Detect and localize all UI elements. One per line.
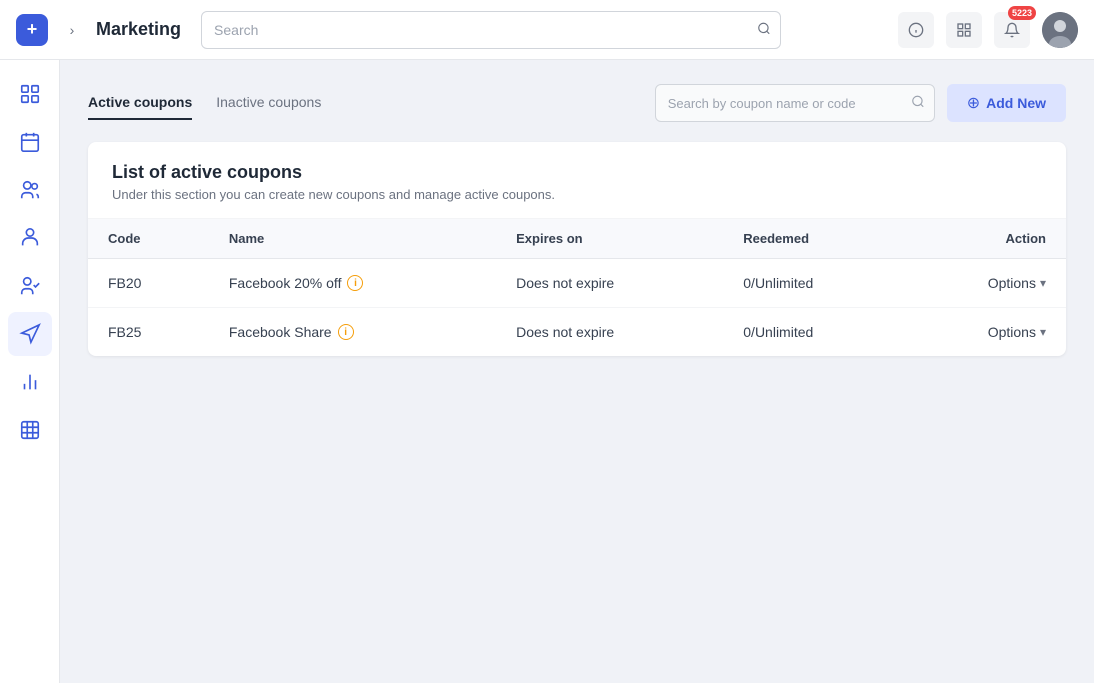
- list-card-title: List of active coupons: [112, 162, 1042, 183]
- sidebar-item-groups[interactable]: [8, 168, 52, 212]
- list-card-subtitle: Under this section you can create new co…: [112, 187, 1042, 202]
- header: + › Marketing 5223: [0, 0, 1094, 60]
- search-icon: [757, 21, 771, 38]
- coupons-table: Code Name Expires on Reedemed Action FB2…: [88, 219, 1066, 356]
- table-body: FB20 Facebook 20% off i Does not expire …: [88, 259, 1066, 357]
- sidebar: [0, 60, 60, 683]
- coupon-search: [655, 84, 935, 122]
- row1-code: FB20: [88, 259, 209, 308]
- col-header-code: Code: [88, 219, 209, 259]
- search-input[interactable]: [201, 11, 781, 49]
- row2-info-icon[interactable]: i: [338, 324, 354, 340]
- sidebar-item-marketing[interactable]: [8, 312, 52, 356]
- row2-action: Options ▾: [904, 308, 1066, 357]
- coupon-search-icon: [911, 95, 925, 112]
- add-new-button[interactable]: ⊕ Add New: [947, 84, 1066, 122]
- notification-button[interactable]: 5223: [994, 12, 1030, 48]
- main-layout: Active coupons Inactive coupons ⊕ Add Ne…: [0, 60, 1094, 683]
- sidebar-item-analytics[interactable]: [8, 360, 52, 404]
- coupons-list-card: List of active coupons Under this sectio…: [88, 142, 1066, 356]
- sidebar-item-dashboard[interactable]: [8, 72, 52, 116]
- list-card-header: List of active coupons Under this sectio…: [88, 142, 1066, 219]
- add-new-icon: ⊕: [967, 93, 980, 113]
- user-avatar[interactable]: [1042, 12, 1078, 48]
- coupon-search-input[interactable]: [655, 84, 935, 122]
- sidebar-item-person-check[interactable]: [8, 264, 52, 308]
- row1-expires: Does not expire: [496, 259, 723, 308]
- info-button[interactable]: [898, 12, 934, 48]
- row2-options-button[interactable]: Options ▾: [988, 324, 1046, 340]
- table-row: FB20 Facebook 20% off i Does not expire …: [88, 259, 1066, 308]
- app-logo[interactable]: +: [16, 14, 48, 46]
- sidebar-toggle[interactable]: ›: [60, 18, 84, 42]
- content-area: Active coupons Inactive coupons ⊕ Add Ne…: [60, 60, 1094, 683]
- tab-search-area: ⊕ Add New: [655, 84, 1066, 122]
- row2-redeemed: 0/Unlimited: [723, 308, 904, 357]
- col-header-expires: Expires on: [496, 219, 723, 259]
- col-header-name: Name: [209, 219, 496, 259]
- sidebar-item-grid[interactable]: [8, 408, 52, 452]
- table-header: Code Name Expires on Reedemed Action: [88, 219, 1066, 259]
- grid-button[interactable]: [946, 12, 982, 48]
- page-title: Marketing: [96, 19, 181, 40]
- tab-active-coupons[interactable]: Active coupons: [88, 86, 192, 120]
- notification-badge: 5223: [1008, 6, 1036, 20]
- row2-name: Facebook Share i: [209, 308, 496, 357]
- row1-options-button[interactable]: Options ▾: [988, 275, 1046, 291]
- sidebar-item-team[interactable]: [8, 216, 52, 260]
- tab-inactive-coupons[interactable]: Inactive coupons: [216, 86, 321, 120]
- tabs-row: Active coupons Inactive coupons ⊕ Add Ne…: [88, 84, 1066, 122]
- col-header-redeemed: Reedemed: [723, 219, 904, 259]
- table-row: FB25 Facebook Share i Does not expire 0/…: [88, 308, 1066, 357]
- row2-expires: Does not expire: [496, 308, 723, 357]
- row1-info-icon[interactable]: i: [347, 275, 363, 291]
- sidebar-item-calendar[interactable]: [8, 120, 52, 164]
- header-actions: 5223: [898, 12, 1078, 48]
- row1-action: Options ▾: [904, 259, 1066, 308]
- row1-chevron-icon: ▾: [1040, 276, 1046, 290]
- row2-chevron-icon: ▾: [1040, 325, 1046, 339]
- row2-code: FB25: [88, 308, 209, 357]
- row1-name: Facebook 20% off i: [209, 259, 496, 308]
- global-search: [201, 11, 781, 49]
- row1-redeemed: 0/Unlimited: [723, 259, 904, 308]
- col-header-action: Action: [904, 219, 1066, 259]
